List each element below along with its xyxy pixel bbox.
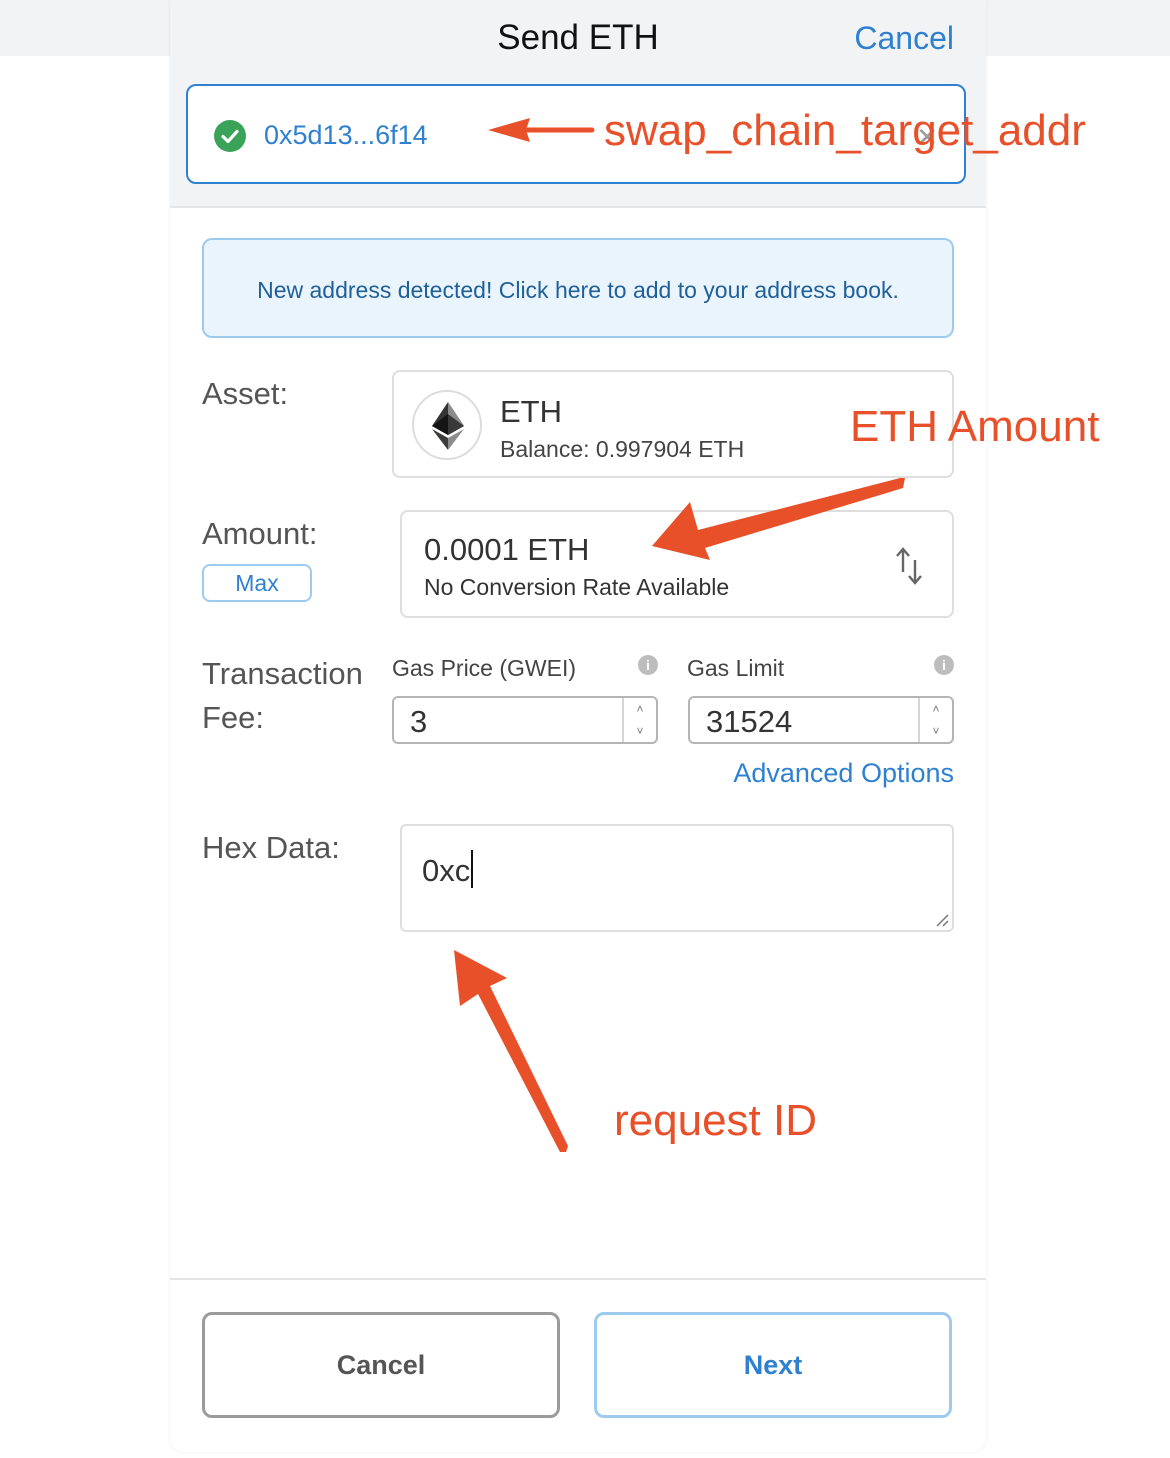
annotation-recipient-label: swap_chain_target_addr <box>604 106 1086 155</box>
annotation-hex-label: request ID <box>614 1096 817 1145</box>
annotation-arrows <box>454 118 905 1152</box>
amount-annotation-arrow <box>652 478 905 560</box>
recipient-annotation-arrow <box>488 118 595 142</box>
annotation-amount-label: ETH Amount <box>850 402 1100 451</box>
hex-annotation-arrow <box>454 950 568 1152</box>
